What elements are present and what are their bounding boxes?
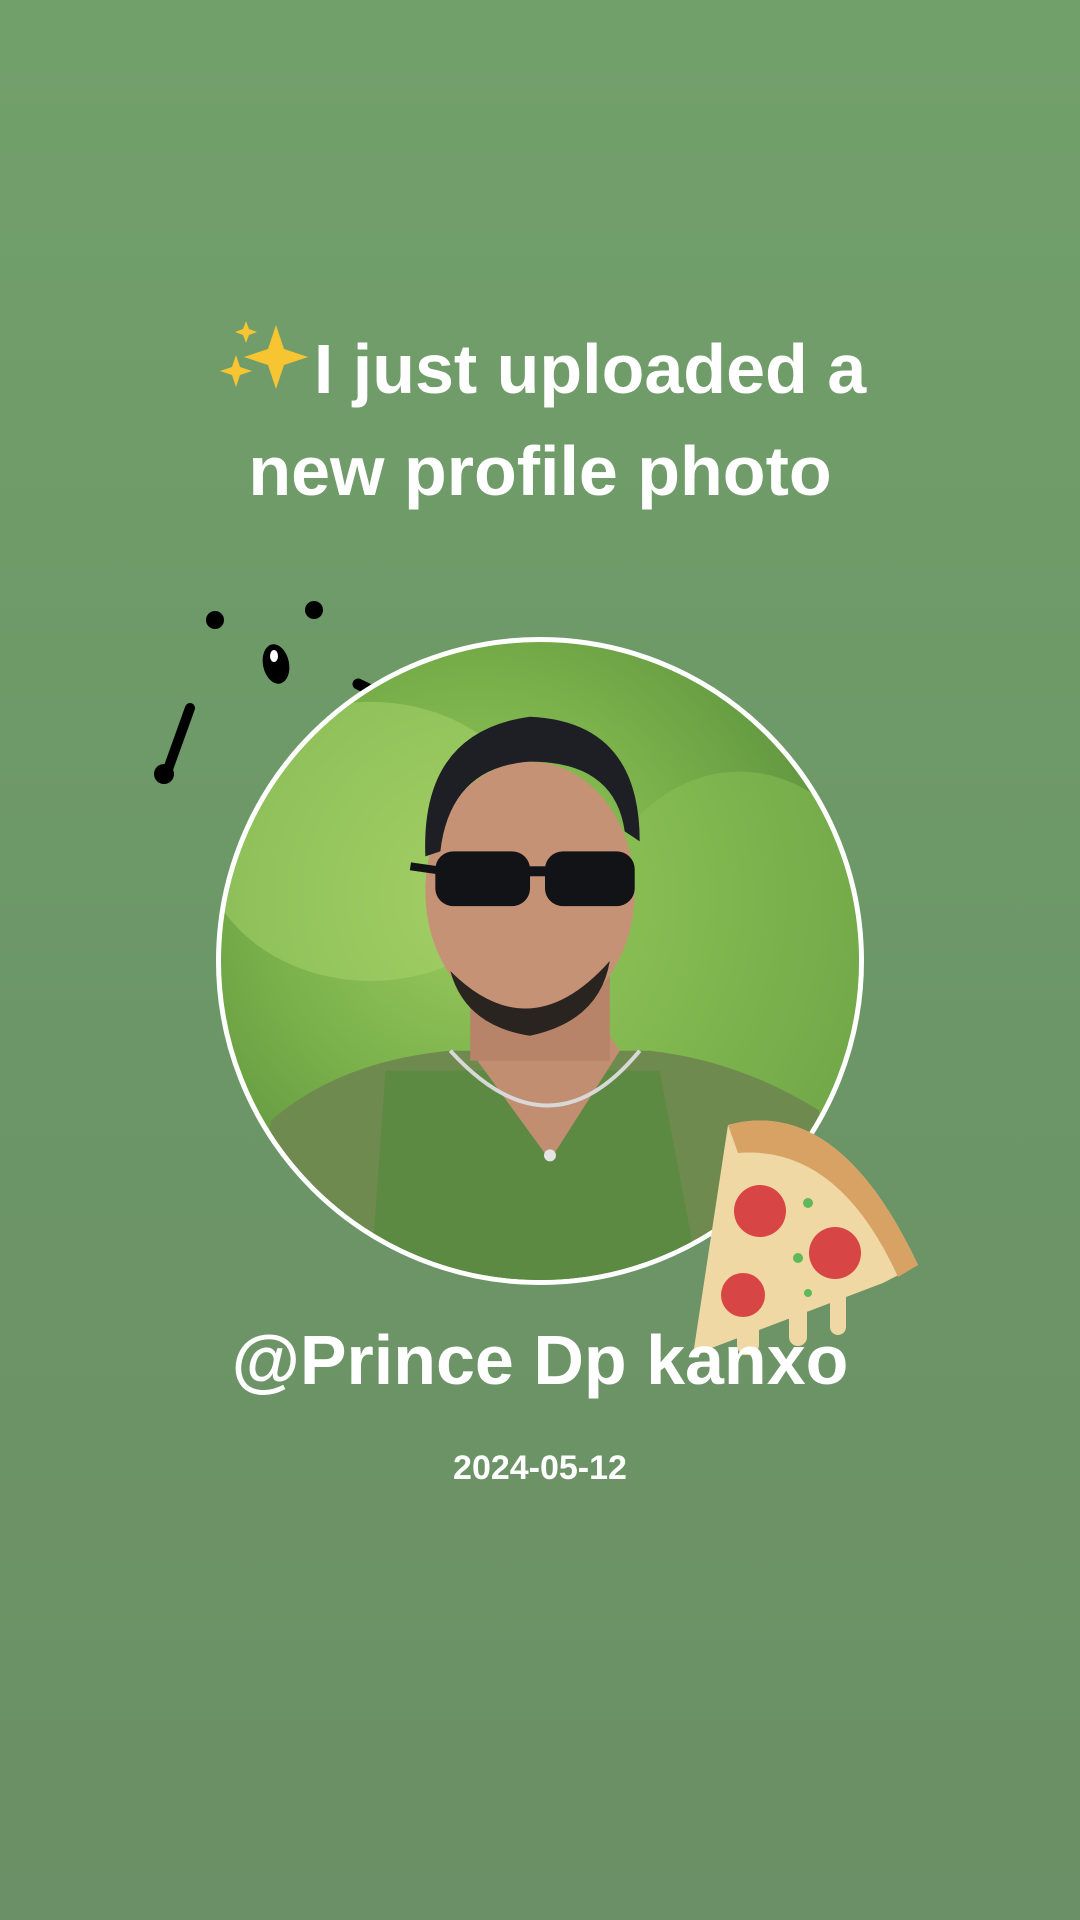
- headline-line-1: I just uploaded a: [313, 330, 867, 408]
- username: @Prince Dp kanxo: [231, 1321, 849, 1399]
- headline-line-2: new profile photo: [248, 432, 832, 510]
- headline: I just uploaded a new profile photo: [90, 318, 990, 522]
- profile-photo-story: I just uploaded a new profile photo @Pri…: [0, 0, 1080, 1920]
- sparkles-icon: [214, 319, 314, 399]
- post-date: 2024-05-12: [453, 1449, 627, 1487]
